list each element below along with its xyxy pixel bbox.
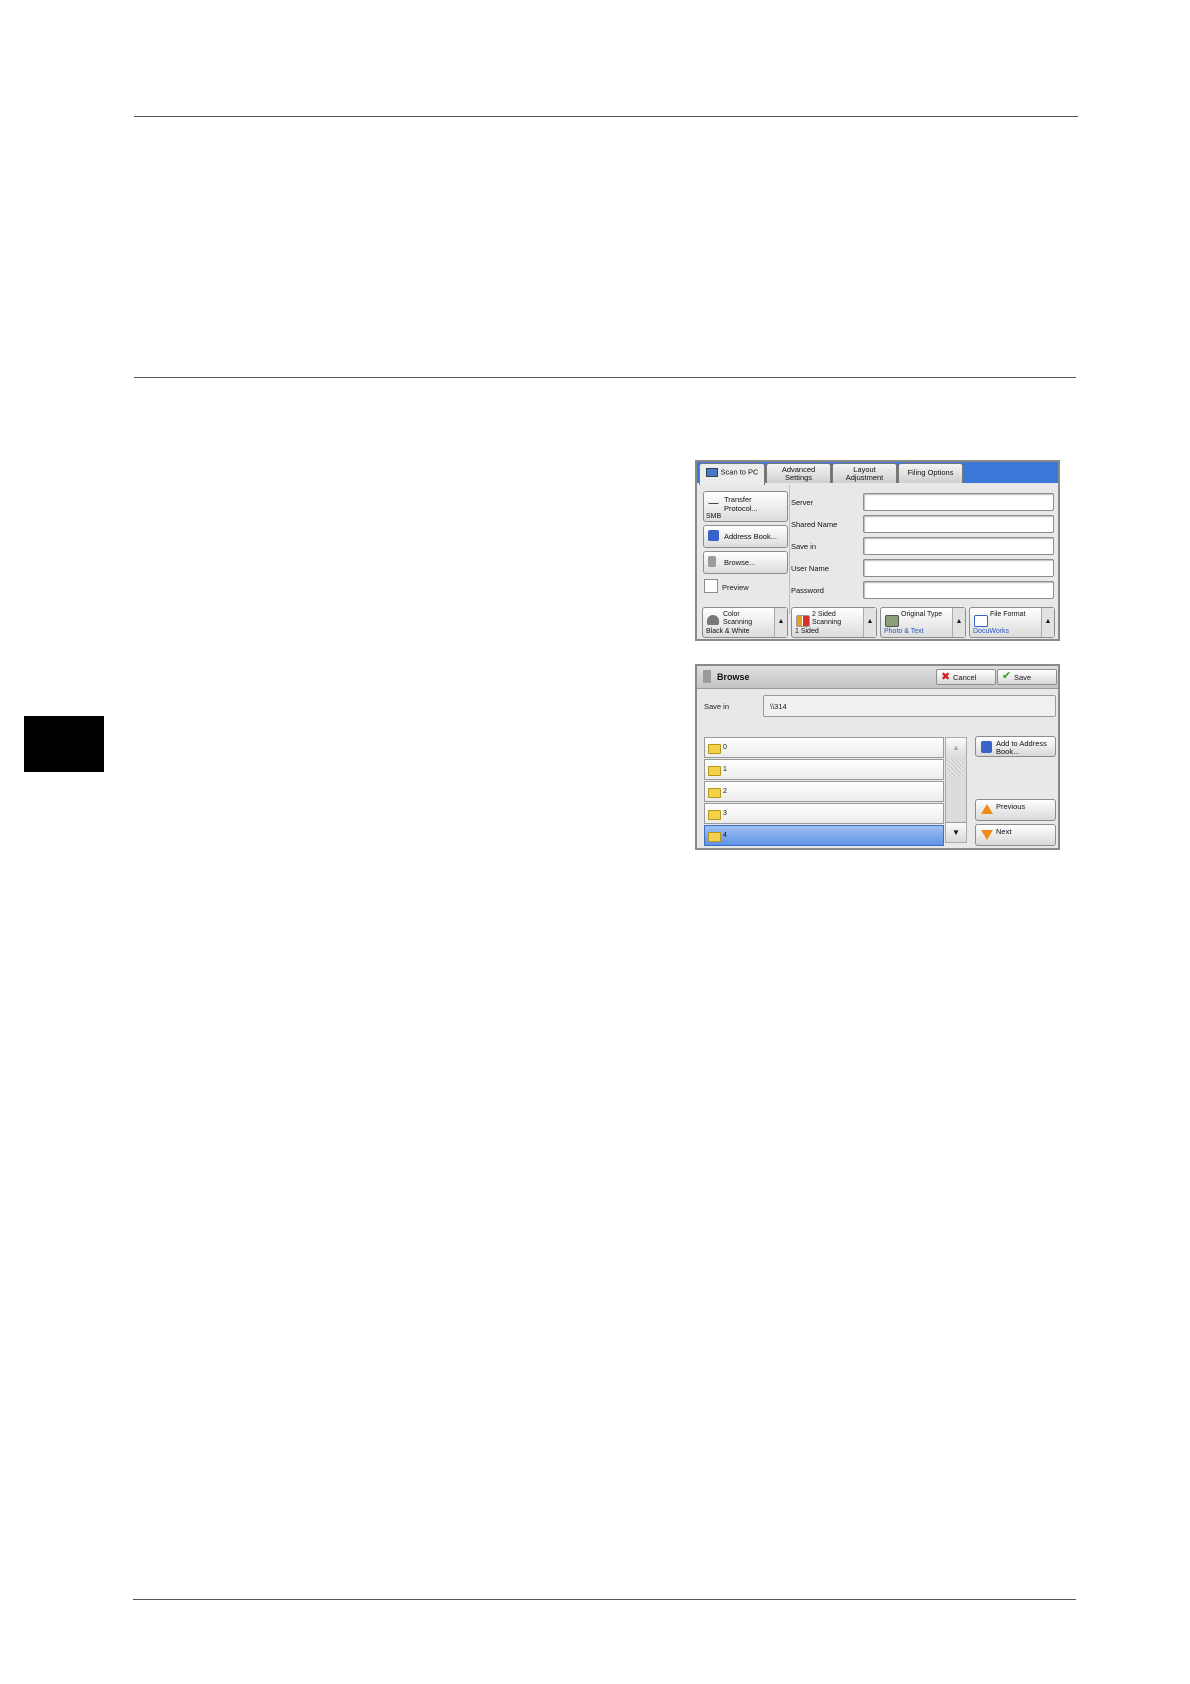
folder-row-0[interactable]: 0 xyxy=(704,737,944,758)
previous-button[interactable]: Previous xyxy=(975,799,1056,821)
folder-icon xyxy=(708,832,721,842)
color-scanning-button[interactable]: Color Scanning Black & White ▲ xyxy=(702,607,788,638)
browse-button[interactable]: Browse... xyxy=(703,551,788,574)
add-to-address-book-button[interactable]: Add to Address Book... xyxy=(975,736,1056,757)
previous-arrow-icon xyxy=(981,804,993,814)
two-sided-scanning-button[interactable]: 2 Sided Scanning 1 Sided ▲ xyxy=(791,607,877,638)
header-rule xyxy=(134,116,1078,117)
address-book-button[interactable]: Address Book... xyxy=(703,525,788,548)
save-check-icon: ✔ xyxy=(1002,670,1012,682)
file-format-button[interactable]: File Format DocuWorks ▲ xyxy=(969,607,1055,638)
preview-checkbox[interactable] xyxy=(704,579,718,593)
next-button[interactable]: Next xyxy=(975,824,1056,846)
file-format-icon xyxy=(974,615,988,627)
scan-to-pc-screen: Scan to PC Advanced Settings Layout Adju… xyxy=(695,460,1060,641)
scroll-down-icon[interactable]: ▼ xyxy=(946,822,966,842)
tab-advanced-settings[interactable]: Advanced Settings xyxy=(766,463,831,483)
column-divider xyxy=(789,485,790,614)
color-scanning-icon xyxy=(707,615,719,625)
browse-title-bar: Browse ✖ Cancel ✔ Save xyxy=(697,666,1058,689)
color-scanning-arrow-icon[interactable]: ▲ xyxy=(774,608,787,637)
server-field[interactable] xyxy=(863,493,1054,511)
save-in-path-field: \\314 xyxy=(763,695,1056,717)
file-format-arrow-icon[interactable]: ▲ xyxy=(1041,608,1054,637)
user-name-label: User Name xyxy=(791,564,829,573)
user-name-field[interactable] xyxy=(863,559,1054,577)
preview-label: Preview xyxy=(722,583,749,592)
folder-row-4-selected[interactable]: 4 xyxy=(704,825,944,846)
folder-row-3[interactable]: 3 xyxy=(704,803,944,824)
transfer-protocol-button[interactable]: Transfer Protocol... SMB xyxy=(703,491,788,522)
server-label: Server xyxy=(791,498,814,507)
original-type-icon xyxy=(885,615,899,627)
address-book-icon xyxy=(981,741,992,753)
address-book-icon xyxy=(708,530,719,541)
browse-screen: Browse ✖ Cancel ✔ Save Save in \\314 0 1… xyxy=(695,664,1060,850)
browse-title: Browse xyxy=(717,672,750,682)
folder-row-1[interactable]: 1 xyxy=(704,759,944,780)
save-in-label: Save in xyxy=(791,542,817,551)
save-button[interactable]: ✔ Save xyxy=(997,669,1057,685)
scroll-up-icon[interactable]: ▲ xyxy=(946,738,966,758)
scan-to-pc-icon xyxy=(705,468,718,477)
original-type-arrow-icon[interactable]: ▲ xyxy=(952,608,965,637)
folder-icon xyxy=(708,788,721,798)
folder-list-scrollbar[interactable]: ▲ ▼ xyxy=(945,737,967,843)
original-type-button[interactable]: Original Type Photo & Text ▲ xyxy=(880,607,966,638)
tab-scan-to-pc[interactable]: Scan to PC xyxy=(699,463,765,485)
folder-icon xyxy=(708,766,721,776)
shared-name-field[interactable] xyxy=(863,515,1054,533)
cancel-icon: ✖ xyxy=(941,671,951,683)
chapter-tab xyxy=(24,716,104,772)
browse-icon xyxy=(708,556,716,567)
folder-row-2[interactable]: 2 xyxy=(704,781,944,802)
folder-icon xyxy=(708,744,721,754)
password-field[interactable] xyxy=(863,581,1054,599)
browse-icon xyxy=(703,670,711,683)
network-icon xyxy=(708,497,719,504)
shared-name-label: Shared Name xyxy=(791,520,838,529)
save-in-path: \\314 xyxy=(770,702,787,711)
password-label: Password xyxy=(791,586,824,595)
save-in-field[interactable] xyxy=(863,537,1054,555)
scrollbar-thumb[interactable] xyxy=(947,759,965,777)
two-sided-arrow-icon[interactable]: ▲ xyxy=(863,608,876,637)
two-sided-icon xyxy=(796,615,810,627)
section-rule xyxy=(134,377,1076,378)
cancel-button[interactable]: ✖ Cancel xyxy=(936,669,996,685)
save-in-label: Save in xyxy=(704,702,730,711)
footer-rule xyxy=(133,1599,1076,1600)
next-arrow-icon xyxy=(981,830,993,840)
tab-filing-options[interactable]: Filing Options xyxy=(898,463,963,483)
folder-icon xyxy=(708,810,721,820)
tab-layout-adjustment[interactable]: Layout Adjustment xyxy=(832,463,897,483)
